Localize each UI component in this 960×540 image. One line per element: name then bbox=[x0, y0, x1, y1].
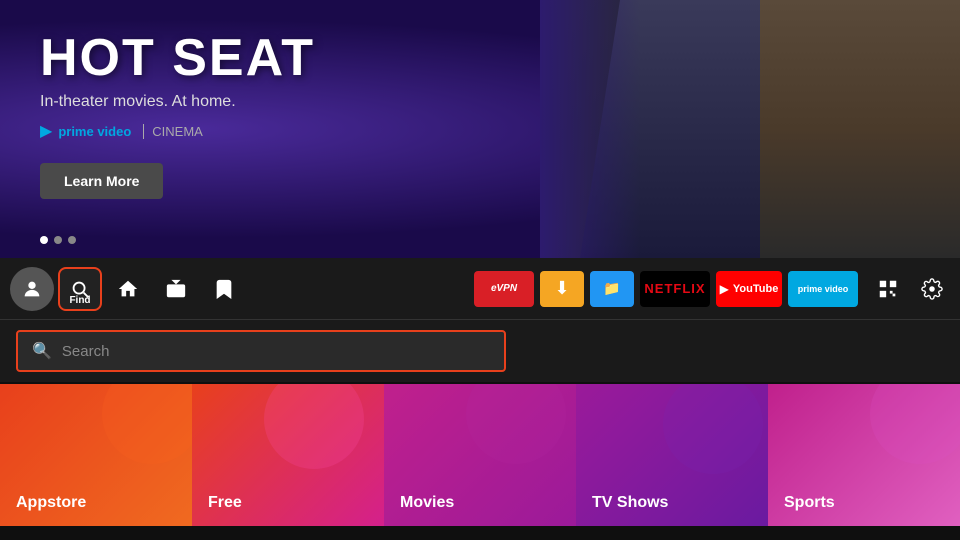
bookmark-icon[interactable] bbox=[202, 267, 246, 311]
netflix-app[interactable]: NETFLIX bbox=[640, 271, 710, 307]
hero-title: HOT SEAT bbox=[40, 30, 315, 87]
category-free[interactable]: Free bbox=[192, 384, 384, 526]
prime-video-text: prime video bbox=[58, 124, 131, 139]
sports-label: Sports bbox=[784, 494, 835, 512]
free-circle bbox=[264, 384, 364, 469]
tvshows-circle bbox=[663, 384, 763, 474]
home-icon[interactable] bbox=[106, 267, 150, 311]
category-sports[interactable]: Sports bbox=[768, 384, 960, 526]
nav-right-icons bbox=[870, 271, 950, 307]
prime-arrow-icon: ▶ bbox=[40, 121, 52, 141]
filemanager-app[interactable]: 📁 bbox=[590, 271, 634, 307]
expressvpn-app[interactable]: eVPN bbox=[474, 271, 534, 307]
youtube-label: YouTube bbox=[733, 283, 778, 295]
filemanager-icon: 📁 bbox=[603, 280, 620, 297]
prime-video-logo: ▶ prime video bbox=[40, 121, 131, 141]
prime-video-label: prime video bbox=[798, 284, 849, 294]
hero-banner: HOT SEAT In-theater movies. At home. ▶ p… bbox=[0, 0, 960, 258]
navbar: Find eVPN ⬇ 📁 NETFLIX ▶ YouTub bbox=[0, 258, 960, 320]
hero-subtitle: In-theater movies. At home. bbox=[40, 93, 315, 111]
free-label: Free bbox=[208, 494, 242, 512]
category-appstore[interactable]: Appstore bbox=[0, 384, 192, 526]
hero-dots bbox=[40, 236, 76, 244]
search-placeholder: Search bbox=[62, 343, 110, 360]
category-movies[interactable]: Movies bbox=[384, 384, 576, 526]
character-1 bbox=[580, 0, 780, 258]
learn-more-button[interactable]: Learn More bbox=[40, 163, 163, 199]
hero-movie-art bbox=[540, 0, 960, 258]
settings-icon[interactable] bbox=[914, 271, 950, 307]
sports-circle bbox=[870, 384, 960, 464]
dot-3[interactable] bbox=[68, 236, 76, 244]
search-input-icon: 🔍 bbox=[32, 341, 52, 361]
prime-video-app[interactable]: prime video bbox=[788, 271, 858, 307]
cinema-label: CINEMA bbox=[143, 124, 203, 139]
movies-circle bbox=[466, 384, 566, 464]
dot-1[interactable] bbox=[40, 236, 48, 244]
netflix-label: NETFLIX bbox=[644, 281, 705, 296]
app-shortcuts: eVPN ⬇ 📁 NETFLIX ▶ YouTube prime video bbox=[474, 271, 858, 307]
hero-content: HOT SEAT In-theater movies. At home. ▶ p… bbox=[40, 30, 315, 199]
youtube-app[interactable]: ▶ YouTube bbox=[716, 271, 782, 307]
hero-brand: ▶ prime video CINEMA bbox=[40, 121, 315, 141]
character-2 bbox=[760, 0, 960, 258]
hero-image-bg bbox=[540, 0, 960, 258]
dot-2[interactable] bbox=[54, 236, 62, 244]
category-tvshows[interactable]: TV Shows bbox=[576, 384, 768, 526]
apps-grid-icon[interactable] bbox=[870, 271, 906, 307]
live-tv-icon[interactable] bbox=[154, 267, 198, 311]
search-box[interactable]: 🔍 Search bbox=[16, 330, 506, 372]
appstore-circle bbox=[102, 384, 192, 464]
downloader-app[interactable]: ⬇ bbox=[540, 271, 584, 307]
youtube-play-icon: ▶ bbox=[720, 282, 729, 296]
movies-label: Movies bbox=[400, 494, 454, 512]
appstore-label: Appstore bbox=[16, 494, 86, 512]
category-grid: Appstore Free Movies TV Shows Sports bbox=[0, 384, 960, 526]
profile-icon[interactable] bbox=[10, 267, 54, 311]
find-label: Find bbox=[69, 295, 90, 306]
search-container: 🔍 Search bbox=[0, 320, 960, 382]
downloader-icon: ⬇ bbox=[554, 278, 569, 299]
expressvpn-label: eVPN bbox=[491, 283, 517, 294]
find-button[interactable]: Find bbox=[58, 267, 102, 311]
tvshows-label: TV Shows bbox=[592, 494, 668, 512]
